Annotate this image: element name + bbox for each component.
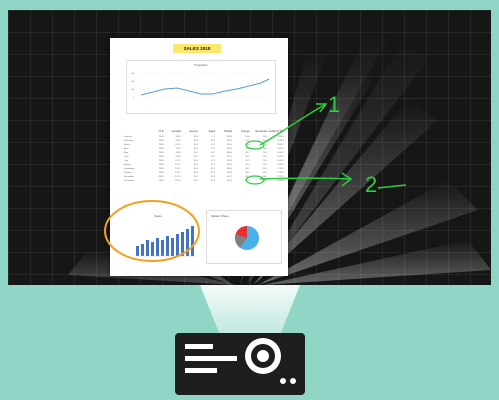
projector	[175, 285, 305, 395]
projector-icon	[175, 333, 305, 395]
